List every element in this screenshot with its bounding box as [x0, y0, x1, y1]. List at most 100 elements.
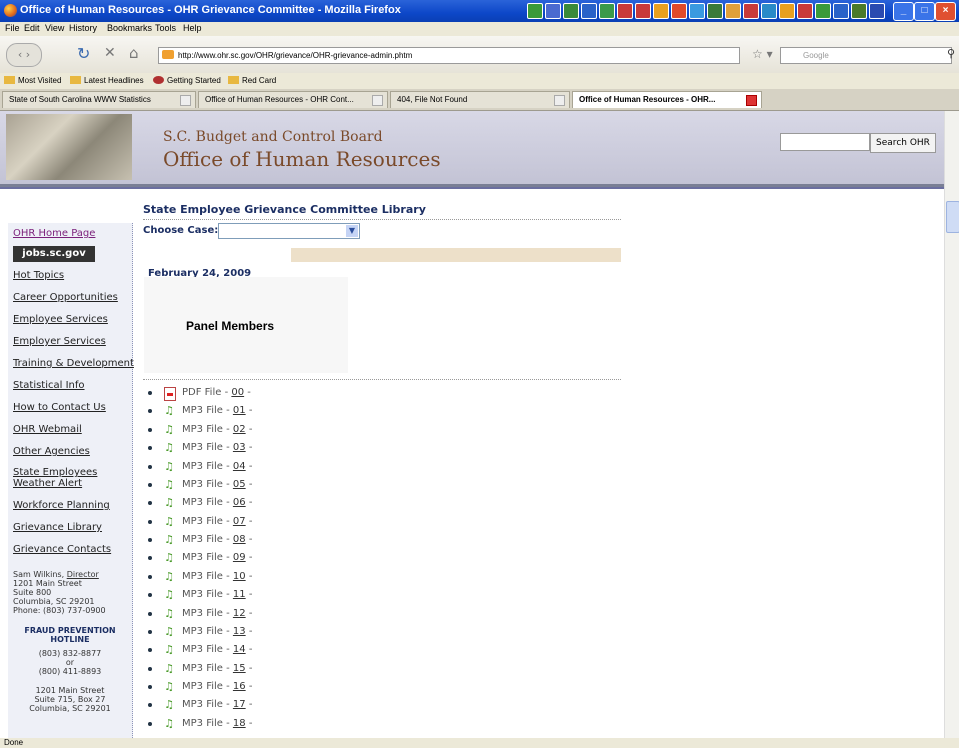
tray-icon[interactable] — [653, 3, 669, 19]
maximize-button[interactable]: □ — [914, 2, 935, 21]
file-link[interactable]: 09 — [233, 552, 246, 563]
menu-file[interactable]: File — [5, 23, 20, 33]
close-button[interactable]: × — [935, 2, 956, 21]
site-search-input[interactable] — [780, 133, 870, 151]
tab-404[interactable]: 404, File Not Found — [390, 91, 570, 108]
tray-icon[interactable] — [581, 3, 597, 19]
tray-icon[interactable] — [707, 3, 723, 19]
tray-icon[interactable] — [761, 3, 777, 19]
jobs-logo[interactable]: jobs.sc.gov — [13, 246, 95, 262]
tray-icon[interactable] — [635, 3, 651, 19]
sidebar-item-ohr-home[interactable]: OHR Home Page — [13, 228, 95, 239]
sidebar-item-webmail[interactable]: OHR Webmail — [13, 424, 82, 435]
file-link[interactable]: 17 — [233, 699, 246, 710]
sidebar-item-statistical-info[interactable]: Statistical Info — [13, 380, 85, 391]
file-link[interactable]: 11 — [233, 589, 246, 600]
sidebar-item-weather-alert-line1[interactable]: State Employees — [13, 467, 97, 478]
file-link[interactable]: 05 — [233, 479, 246, 490]
sidebar-item-grievance-library[interactable]: Grievance Library — [13, 522, 102, 533]
menu-view[interactable]: View — [45, 23, 64, 33]
board-title: S.C. Budget and Control Board — [163, 129, 383, 145]
file-link[interactable]: 04 — [233, 461, 246, 472]
file-link[interactable]: 00 — [231, 387, 244, 398]
tray-icon[interactable] — [527, 3, 543, 19]
close-tab-icon[interactable] — [554, 95, 565, 106]
reload-icon[interactable]: ↻ — [77, 44, 90, 63]
bookmark-most-visited[interactable]: Most Visited — [4, 76, 61, 85]
tray-icon[interactable] — [869, 3, 885, 19]
file-link[interactable]: 10 — [233, 571, 246, 582]
tab-ohr-active[interactable]: Office of Human Resources - OHR... — [572, 91, 762, 108]
file-link[interactable]: 12 — [233, 608, 246, 619]
search-icon[interactable]: ⚲ — [947, 47, 955, 60]
tray-icon[interactable] — [743, 3, 759, 19]
menu-help[interactable]: Help — [183, 23, 202, 33]
tray-icon[interactable] — [725, 3, 741, 19]
bookmark-red-card[interactable]: Red Card — [228, 76, 276, 85]
vertical-scrollbar[interactable] — [944, 111, 959, 738]
sidebar-item-employee-services[interactable]: Employee Services — [13, 314, 108, 325]
sidebar-item-contact[interactable]: How to Contact Us — [13, 402, 106, 413]
case-select[interactable]: ▼ — [218, 223, 360, 239]
tray-icon[interactable] — [833, 3, 849, 19]
tray-icon[interactable] — [599, 3, 615, 19]
tab-sc-statistics[interactable]: State of South Carolina WWW Statistics — [2, 91, 196, 108]
file-link[interactable]: 15 — [233, 663, 246, 674]
menu-tools[interactable]: Tools — [155, 23, 176, 33]
menu-history[interactable]: History — [69, 23, 97, 33]
file-link[interactable]: 13 — [233, 626, 246, 637]
file-link[interactable]: 07 — [233, 516, 246, 527]
tray-icon[interactable] — [797, 3, 813, 19]
sidebar-item-weather-alert-line2[interactable]: Weather Alert — [13, 478, 82, 489]
bullet-icon — [148, 482, 152, 487]
search-ohr-button[interactable]: Search OHR — [870, 133, 936, 153]
web-search-input[interactable]: Google — [780, 47, 952, 64]
url-bar[interactable]: http://www.ohr.sc.gov/OHR/grievance/OHR-… — [158, 47, 740, 64]
file-link[interactable]: 03 — [233, 442, 246, 453]
minimize-button[interactable]: _ — [893, 2, 914, 21]
sidebar-item-hot-topics[interactable]: Hot Topics — [13, 270, 64, 281]
window-title-bar[interactable]: Office of Human Resources - OHR Grievanc… — [0, 0, 959, 22]
menu-edit[interactable]: Edit — [24, 23, 40, 33]
tray-icon[interactable] — [671, 3, 687, 19]
tray-icon[interactable] — [545, 3, 561, 19]
menu-bookmarks[interactable]: Bookmarks — [107, 23, 152, 33]
file-link[interactable]: 08 — [233, 534, 246, 545]
bullet-icon — [148, 685, 152, 690]
tray-icon[interactable] — [815, 3, 831, 19]
tray-icon[interactable] — [617, 3, 633, 19]
close-tab-icon[interactable] — [180, 95, 191, 106]
stop-icon[interactable]: ✕ — [104, 45, 116, 61]
file-label: MP3 File - 18 - — [182, 717, 253, 729]
scrollbar-thumb[interactable] — [946, 201, 959, 233]
tray-icon[interactable] — [851, 3, 867, 19]
file-link[interactable]: 01 — [233, 405, 246, 416]
tray-icon[interactable] — [689, 3, 705, 19]
sidebar-item-employer-services[interactable]: Employer Services — [13, 336, 106, 347]
bookmark-latest-headlines[interactable]: Latest Headlines — [70, 76, 144, 85]
director-link[interactable]: Director — [67, 570, 99, 579]
back-forward-icon[interactable]: ‹ › — [6, 43, 42, 67]
sidebar-item-workforce[interactable]: Workforce Planning — [13, 500, 110, 511]
file-link[interactable]: 06 — [233, 497, 246, 508]
sidebar-item-other-agencies[interactable]: Other Agencies — [13, 446, 90, 457]
file-link[interactable]: 18 — [233, 718, 246, 729]
bookmark-star-icon[interactable]: ☆ ▾ — [752, 47, 773, 61]
tray-icon[interactable] — [563, 3, 579, 19]
file-link[interactable]: 02 — [233, 424, 246, 435]
page-title: State Employee Grievance Committee Libra… — [143, 203, 426, 216]
close-tab-icon[interactable] — [746, 95, 757, 106]
music-note-icon: ♫ — [164, 422, 174, 436]
close-tab-icon[interactable] — [372, 95, 383, 106]
sidebar-item-grievance-contacts[interactable]: Grievance Contacts — [13, 544, 111, 555]
sidebar-item-training[interactable]: Training & Development — [13, 358, 134, 369]
tray-icon[interactable] — [779, 3, 795, 19]
bookmark-getting-started[interactable]: Getting Started — [153, 76, 221, 85]
home-icon[interactable]: ⌂ — [129, 44, 139, 62]
chevron-down-icon[interactable]: ▼ — [346, 225, 358, 237]
file-link[interactable]: 16 — [233, 681, 246, 692]
sidebar-item-career[interactable]: Career Opportunities — [13, 292, 118, 303]
music-note-icon: ♫ — [164, 643, 174, 657]
file-link[interactable]: 14 — [233, 644, 246, 655]
tab-ohr-cont[interactable]: Office of Human Resources - OHR Cont... — [198, 91, 388, 108]
